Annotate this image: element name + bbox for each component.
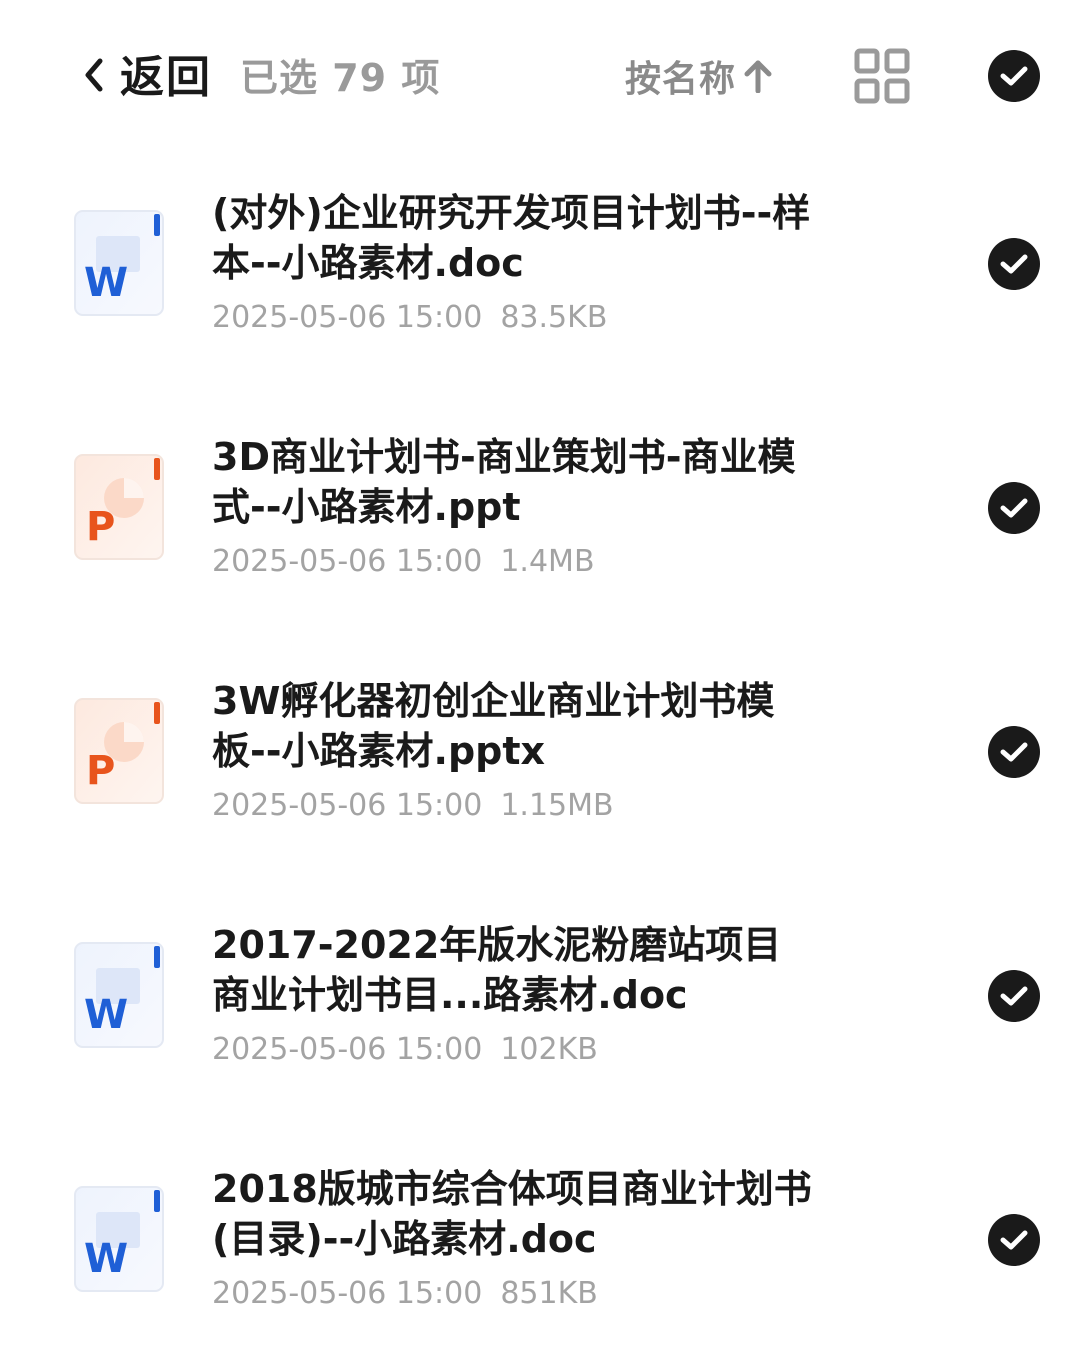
file-row[interactable]: W 2017-2022年版水泥粉磨站项目商业计划书目...路素材.doc 202… — [0, 882, 1080, 1126]
file-date: 2025-05-06 15:00 — [212, 300, 483, 335]
file-meta: 2025-05-06 15:00 1.15MB — [212, 786, 614, 826]
svg-text:W: W — [84, 992, 128, 1038]
sort-button[interactable]: 按名称 — [625, 48, 772, 104]
chevron-left-icon[interactable] — [80, 55, 108, 95]
check-circle-icon — [988, 482, 1040, 534]
file-list: W (对外)企业研究开发项目计划书--样本--小路素材.doc 2025-05-… — [0, 150, 1080, 1370]
word-file-icon: W — [74, 1186, 164, 1292]
word-file-icon: W — [74, 210, 164, 316]
file-row[interactable]: P 3D商业计划书-商业策划书-商业模式--小路素材.ppt 2025-05-0… — [0, 394, 1080, 638]
file-name: 3W孵化器初创企业商业计划书模板--小路素材.pptx — [212, 679, 775, 773]
file-name: 3D商业计划书-商业策划书-商业模式--小路素材.ppt — [212, 435, 796, 529]
svg-text:W: W — [84, 260, 128, 306]
check-circle-icon — [988, 970, 1040, 1022]
file-size: 102KB — [500, 1032, 598, 1067]
svg-text:P: P — [86, 748, 115, 794]
back-button[interactable]: 返回 — [120, 48, 212, 108]
file-size: 83.5KB — [500, 300, 608, 335]
file-size: 1.4MB — [500, 544, 595, 579]
file-date: 2025-05-06 15:00 — [212, 788, 483, 823]
ppt-file-icon: P — [74, 454, 164, 560]
file-meta: 2025-05-06 15:00 83.5KB — [212, 298, 607, 338]
file-date: 2025-05-06 15:00 — [212, 544, 483, 579]
file-size: 851KB — [500, 1276, 598, 1311]
file-meta: 2025-05-06 15:00 1.4MB — [212, 542, 595, 582]
file-name: (对外)企业研究开发项目计划书--样本--小路素材.doc — [212, 191, 811, 285]
ppt-file-icon: P — [74, 698, 164, 804]
file-row[interactable]: P 3W孵化器初创企业商业计划书模板--小路素材.pptx 2025-05-06… — [0, 638, 1080, 882]
check-circle-icon — [988, 726, 1040, 778]
arrow-up-icon — [744, 59, 772, 93]
file-date: 2025-05-06 15:00 — [212, 1032, 483, 1067]
check-circle-icon — [988, 50, 1040, 102]
check-circle-icon — [988, 238, 1040, 290]
word-file-icon: W — [74, 942, 164, 1048]
file-name: 2017-2022年版水泥粉磨站项目商业计划书目...路素材.doc — [212, 923, 782, 1017]
file-select-checkbox[interactable] — [988, 482, 1040, 534]
file-name: 2018版城市综合体项目商业计划书(目录)--小路素材.doc — [212, 1167, 812, 1261]
sort-label: 按名称 — [625, 59, 737, 100]
file-select-checkbox[interactable] — [988, 726, 1040, 778]
file-select-checkbox[interactable] — [988, 1214, 1040, 1266]
file-select-checkbox[interactable] — [988, 970, 1040, 1022]
file-row[interactable]: W (对外)企业研究开发项目计划书--样本--小路素材.doc 2025-05-… — [0, 150, 1080, 394]
file-meta: 2025-05-06 15:00 102KB — [212, 1030, 598, 1070]
file-row[interactable]: W 2018版城市综合体项目商业计划书(目录)--小路素材.doc 2025-0… — [0, 1126, 1080, 1370]
file-date: 2025-05-06 15:00 — [212, 1276, 483, 1311]
svg-text:W: W — [84, 1236, 128, 1282]
file-size: 1.15MB — [500, 788, 614, 823]
check-circle-icon — [988, 1214, 1040, 1266]
selected-count: 已选 79 项 — [240, 56, 441, 100]
svg-text:P: P — [86, 504, 115, 550]
grid-view-icon[interactable] — [854, 48, 910, 104]
top-bar: 返回 已选 79 项 按名称 — [0, 0, 1080, 150]
select-all-checkbox[interactable] — [988, 50, 1040, 102]
file-meta: 2025-05-06 15:00 851KB — [212, 1274, 598, 1314]
file-select-checkbox[interactable] — [988, 238, 1040, 290]
